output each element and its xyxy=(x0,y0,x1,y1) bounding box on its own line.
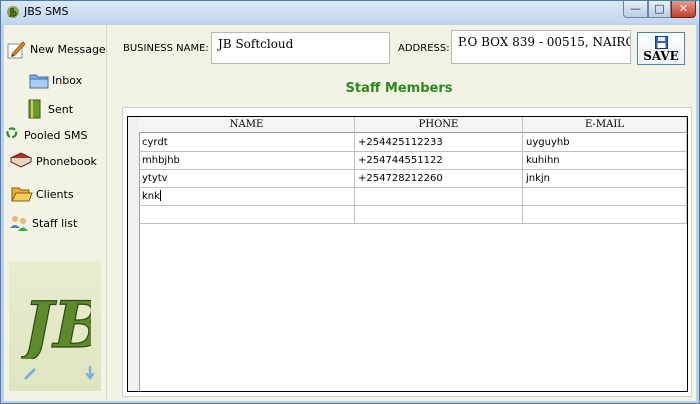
column-header-name[interactable]: NAME xyxy=(139,117,355,133)
sidebar-item-label: Clients xyxy=(36,187,74,201)
cell-email[interactable]: kuhihn xyxy=(523,152,687,170)
close-icon: ✕ xyxy=(678,2,689,15)
people-icon xyxy=(10,216,28,231)
arrow-right-icon[interactable] xyxy=(84,365,98,381)
save-button[interactable]: SAVE xyxy=(637,32,685,65)
minimize-icon: — xyxy=(630,2,641,15)
svg-text:JB: JB xyxy=(21,288,91,359)
close-button[interactable]: ✕ xyxy=(671,1,696,18)
cell-phone[interactable]: +254728212260 xyxy=(355,170,523,188)
cell-phone[interactable]: +254425112233 xyxy=(355,134,523,152)
title-bar[interactable]: JBS SMS — □ ✕ xyxy=(1,1,699,23)
cell-name[interactable]: mhbjhb xyxy=(139,152,355,170)
address-label: ADDRESS: xyxy=(398,43,450,54)
sidebar: New Message Inbox Sent Pooled SMS Phoneb… xyxy=(4,25,107,401)
cell-email[interactable] xyxy=(523,206,687,224)
minimize-button[interactable]: — xyxy=(623,1,648,18)
section-title: Staff Members xyxy=(345,81,453,96)
cell-phone[interactable] xyxy=(355,188,523,206)
column-header-email[interactable]: E-MAIL xyxy=(523,117,687,133)
book-red-icon xyxy=(9,152,33,168)
app-logo-icon xyxy=(7,6,19,18)
cell-email[interactable]: uyguyhb xyxy=(523,134,687,152)
book-green-icon xyxy=(28,99,41,119)
sidebar-item-inbox[interactable]: Inbox xyxy=(28,68,82,92)
sidebar-item-label: New Message xyxy=(30,42,106,56)
sidebar-item-clients[interactable]: Clients xyxy=(8,182,74,206)
sidebar-item-pooled-sms[interactable]: Pooled SMS xyxy=(6,123,87,147)
cell-phone[interactable]: +254744551122 xyxy=(355,152,523,170)
logo-panel: JB xyxy=(9,261,101,391)
sidebar-item-sent[interactable]: Sent xyxy=(24,97,73,121)
sidebar-item-new-message[interactable]: New Message xyxy=(6,37,106,61)
cell-name[interactable] xyxy=(139,206,355,224)
cell-name[interactable]: cyrdt xyxy=(139,134,355,152)
window-title: JBS SMS xyxy=(24,5,69,18)
app-window: JBS SMS — □ ✕ New Message Inbox Sent Poo… xyxy=(0,0,700,404)
staff-grid[interactable]: NAME PHONE E-MAIL cyrdt +254425112233 uy… xyxy=(127,116,688,392)
recycle-icon xyxy=(6,127,18,139)
arrow-left-icon[interactable] xyxy=(23,367,37,381)
floppy-disk-icon xyxy=(655,36,668,49)
staff-grid-container: NAME PHONE E-MAIL cyrdt +254425112233 uy… xyxy=(122,107,692,397)
save-button-label: SAVE xyxy=(643,49,679,63)
cell-phone[interactable] xyxy=(355,206,523,224)
address-field[interactable]: P.O BOX 839 - 00515, NAIROBI xyxy=(451,30,631,64)
sidebar-item-label: Sent xyxy=(48,102,74,116)
cell-name-editing[interactable]: knk xyxy=(139,188,355,206)
client-area: New Message Inbox Sent Pooled SMS Phoneb… xyxy=(4,25,696,401)
cell-name[interactable]: ytytv xyxy=(139,170,355,188)
maximize-icon: □ xyxy=(654,2,665,15)
sidebar-item-label: Staff list xyxy=(32,216,78,230)
folder-open-icon xyxy=(11,187,33,202)
text-caret xyxy=(159,190,161,201)
cell-email[interactable] xyxy=(523,188,687,206)
pen-paper-icon xyxy=(7,41,26,59)
sidebar-item-label: Pooled SMS xyxy=(24,128,88,142)
sidebar-item-phonebook[interactable]: Phonebook xyxy=(8,149,97,173)
jb-logo: JB xyxy=(21,287,91,359)
sidebar-item-staff-list[interactable]: Staff list xyxy=(8,211,77,235)
cell-email[interactable]: jnkjn xyxy=(523,170,687,188)
business-name-field[interactable]: JB Softcloud xyxy=(211,32,390,64)
sidebar-item-label: Phonebook xyxy=(36,154,97,168)
sidebar-item-label: Inbox xyxy=(52,73,83,87)
cell-edit-text: knk xyxy=(142,191,160,202)
maximize-button[interactable]: □ xyxy=(648,1,671,18)
folder-icon xyxy=(29,74,49,89)
business-name-label: BUSINESS NAME: xyxy=(123,43,209,54)
column-header-phone[interactable]: PHONE xyxy=(355,117,523,133)
